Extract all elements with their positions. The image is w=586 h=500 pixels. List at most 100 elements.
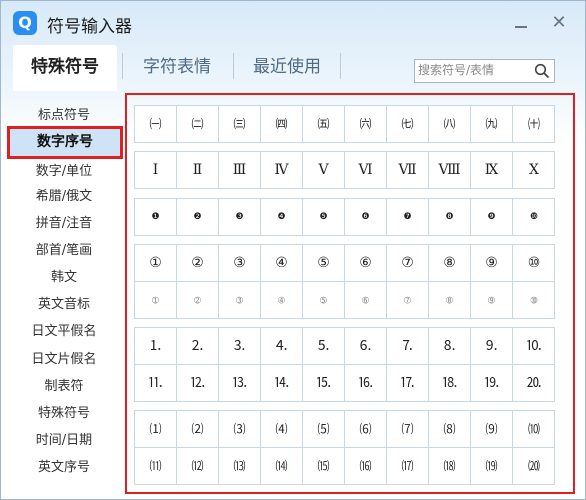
symbol-cell[interactable]: ⒀ (219, 448, 261, 485)
symbol-cell[interactable]: ➈ (471, 282, 513, 319)
symbol-cell[interactable]: ⒒ (135, 365, 177, 402)
symbol-cell[interactable]: Ⅲ (219, 152, 261, 189)
symbol-cell[interactable]: ⒖ (303, 365, 345, 402)
symbol-cell[interactable]: ⑵ (177, 411, 219, 448)
symbol-cell[interactable]: ④ (261, 245, 303, 282)
symbol-cell[interactable]: Ⅵ (345, 152, 387, 189)
symbol-cell[interactable]: ⒕ (261, 365, 303, 402)
symbol-cell[interactable]: ⒓ (177, 365, 219, 402)
symbol-cell[interactable]: ⒍ (345, 328, 387, 365)
search-icon[interactable] (534, 63, 550, 79)
symbol-cell[interactable]: ➀ (135, 282, 177, 319)
symbol-cell[interactable]: ⑾ (135, 448, 177, 485)
symbol-cell[interactable]: ㈨ (471, 106, 513, 143)
tab-emoticons[interactable]: 字符表情 (127, 45, 227, 91)
sidebar-item[interactable]: 日文平假名 (7, 318, 121, 345)
symbol-cell[interactable]: ② (177, 245, 219, 282)
sidebar-item[interactable]: 标点符号 (7, 102, 121, 129)
symbol-cell[interactable]: ⑹ (345, 411, 387, 448)
sidebar-item[interactable]: 拼音/注音 (7, 210, 121, 237)
symbol-cell[interactable]: ⑶ (219, 411, 261, 448)
symbol-cell[interactable]: Ⅹ (513, 152, 555, 189)
symbol-cell[interactable]: Ⅴ (303, 152, 345, 189)
symbol-cell[interactable]: ❿ (513, 199, 555, 236)
symbol-cell[interactable]: ⑼ (471, 411, 513, 448)
sidebar-item[interactable]: 时间/日期 (7, 427, 121, 454)
symbol-cell[interactable]: ❻ (345, 199, 387, 236)
symbol-cell[interactable]: ㈣ (261, 106, 303, 143)
symbol-cell[interactable]: ❺ (303, 199, 345, 236)
sidebar-item[interactable]: 数字/单位 (7, 158, 121, 185)
symbol-cell[interactable]: ⒌ (303, 328, 345, 365)
symbol-cell[interactable]: ❽ (429, 199, 471, 236)
symbol-cell[interactable]: ⒛ (513, 365, 555, 402)
symbol-cell[interactable]: ① (135, 245, 177, 282)
symbol-cell[interactable]: ❹ (261, 199, 303, 236)
symbol-cell[interactable]: ⒐ (471, 328, 513, 365)
symbol-cell[interactable]: ⑦ (387, 245, 429, 282)
close-button[interactable]: ✕ (547, 11, 571, 35)
symbol-cell[interactable]: ⒈ (135, 328, 177, 365)
symbol-cell[interactable]: ㈤ (303, 106, 345, 143)
symbol-cell[interactable]: ㈩ (513, 106, 555, 143)
symbol-cell[interactable]: ➅ (345, 282, 387, 319)
symbol-cell[interactable]: ⑨ (471, 245, 513, 282)
symbol-cell[interactable]: ➆ (387, 282, 429, 319)
symbol-cell[interactable]: ⒁ (261, 448, 303, 485)
symbol-cell[interactable]: ⒊ (219, 328, 261, 365)
symbol-cell[interactable]: ⒂ (303, 448, 345, 485)
symbol-cell[interactable]: ⒆ (471, 448, 513, 485)
symbol-cell[interactable]: ⑩ (513, 245, 555, 282)
tab-special-symbols[interactable]: 特殊符号 (13, 45, 117, 91)
search-input[interactable] (418, 61, 526, 79)
symbol-cell[interactable]: ❼ (387, 199, 429, 236)
symbol-cell[interactable]: ⒉ (177, 328, 219, 365)
sidebar-item[interactable]: 部首/笔画 (7, 237, 121, 264)
symbol-cell[interactable]: ㈥ (345, 106, 387, 143)
symbol-cell[interactable]: ➁ (177, 282, 219, 319)
symbol-cell[interactable]: ⑥ (345, 245, 387, 282)
symbol-cell[interactable]: ⑴ (135, 411, 177, 448)
symbol-cell[interactable]: ⑿ (177, 448, 219, 485)
symbol-cell[interactable]: ⒎ (387, 328, 429, 365)
symbol-cell[interactable]: Ⅳ (261, 152, 303, 189)
symbol-cell[interactable]: Ⅱ (177, 152, 219, 189)
symbol-cell[interactable]: ⒑ (513, 328, 555, 365)
symbol-cell[interactable]: Ⅸ (471, 152, 513, 189)
sidebar-item[interactable]: 制表符 (7, 373, 121, 400)
sidebar-item[interactable]: 英文序号 (7, 454, 121, 481)
symbol-cell[interactable]: ⑽ (513, 411, 555, 448)
symbol-cell[interactable]: ⑧ (429, 245, 471, 282)
symbol-cell[interactable]: ❷ (177, 199, 219, 236)
symbol-cell[interactable]: ㈡ (177, 106, 219, 143)
sidebar-item[interactable]: 特殊符号 (7, 400, 121, 427)
symbol-cell[interactable]: ⒏ (429, 328, 471, 365)
symbol-cell[interactable]: ③ (219, 245, 261, 282)
symbol-cell[interactable]: ❶ (135, 199, 177, 236)
minimize-button[interactable] (509, 11, 533, 35)
symbol-cell[interactable]: ⒃ (345, 448, 387, 485)
sidebar-item[interactable]: 韩文 (7, 264, 121, 291)
symbol-cell[interactable]: ⑺ (387, 411, 429, 448)
sidebar-item[interactable]: 希腊/俄文 (7, 183, 121, 210)
symbol-cell[interactable]: ⑷ (261, 411, 303, 448)
symbol-cell[interactable]: ➄ (303, 282, 345, 319)
symbol-cell[interactable]: ➉ (513, 282, 555, 319)
sidebar-item[interactable]: 英文音标 (7, 291, 121, 318)
symbol-cell[interactable]: ⑤ (303, 245, 345, 282)
sidebar-item[interactable]: 数字序号 (7, 126, 123, 159)
symbol-cell[interactable]: ➂ (219, 282, 261, 319)
symbol-cell[interactable]: ⒄ (387, 448, 429, 485)
symbol-cell[interactable]: ➇ (429, 282, 471, 319)
symbol-cell[interactable]: ㈧ (429, 106, 471, 143)
sidebar-item[interactable]: 日文片假名 (7, 346, 121, 373)
symbol-cell[interactable]: Ⅷ (429, 152, 471, 189)
symbol-cell[interactable]: ⑸ (303, 411, 345, 448)
symbol-cell[interactable]: ⒔ (219, 365, 261, 402)
tab-recent[interactable]: 最近使用 (239, 45, 335, 91)
symbol-cell[interactable]: Ⅰ (135, 152, 177, 189)
symbol-cell[interactable]: ⒇ (513, 448, 555, 485)
symbol-cell[interactable]: ⒘ (387, 365, 429, 402)
symbol-cell[interactable]: ❸ (219, 199, 261, 236)
symbol-cell[interactable]: ⑻ (429, 411, 471, 448)
